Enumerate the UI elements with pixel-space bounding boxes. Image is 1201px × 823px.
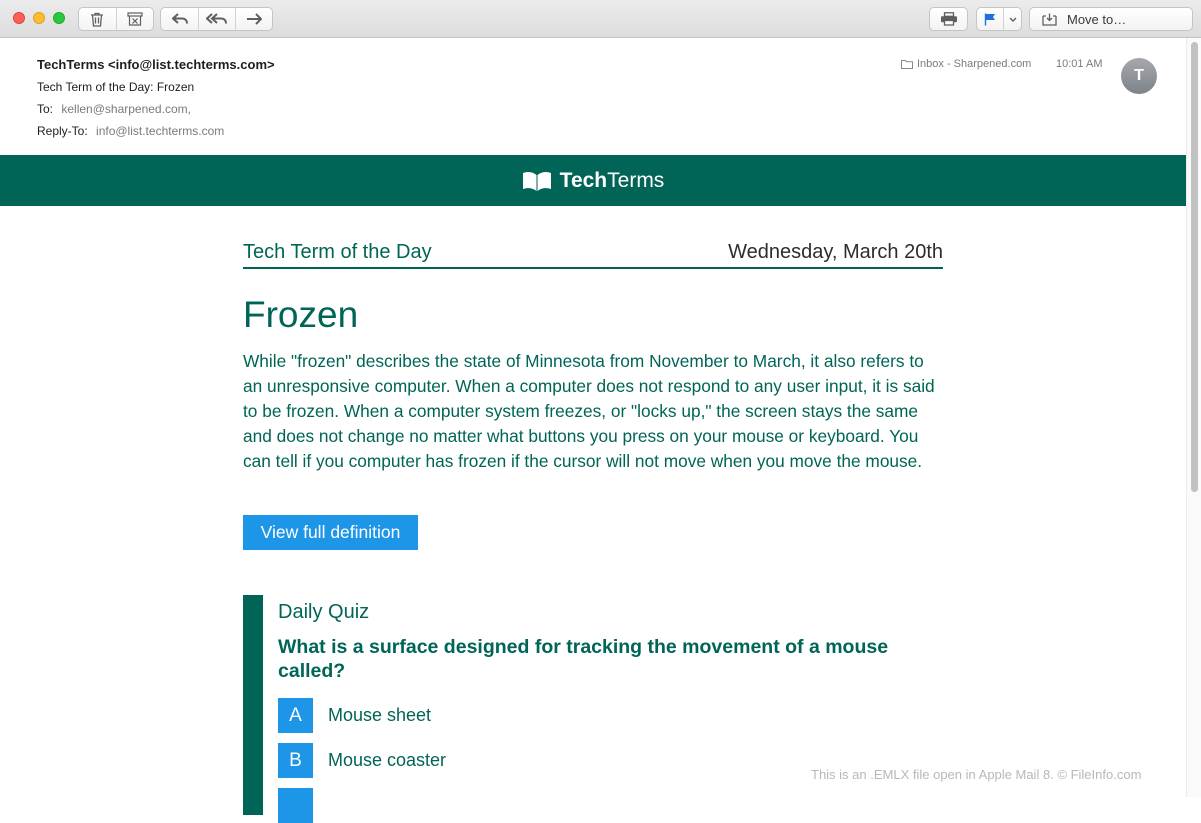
move-to-label: Move to…: [1067, 11, 1127, 27]
to-row: To: kellen@sharpened.com,: [37, 102, 191, 116]
chevron-down-icon: [1009, 17, 1017, 22]
vertical-scrollbar[interactable]: [1186, 38, 1201, 797]
folder-icon: [901, 60, 913, 69]
brand-rest: Terms: [607, 168, 665, 192]
minimize-window-button[interactable]: [33, 12, 45, 24]
avatar: T: [1121, 58, 1157, 94]
reply-button[interactable]: [161, 8, 198, 30]
printer-icon: [940, 12, 957, 26]
answer-text: Mouse sheet: [328, 705, 432, 725]
brand-bold: Tech: [559, 168, 608, 192]
brand-banner: TechTerms: [0, 155, 1186, 206]
reply-all-button[interactable]: [198, 8, 234, 30]
open-book-icon: [522, 171, 551, 191]
junk-button[interactable]: [115, 8, 153, 30]
close-window-button[interactable]: [13, 12, 25, 24]
view-full-definition-button[interactable]: View full definition: [243, 515, 418, 550]
quiz-title: Daily Quiz: [278, 601, 370, 623]
move-to-button[interactable]: Move to…: [1029, 7, 1193, 31]
subject: Tech Term of the Day: Frozen: [37, 80, 195, 94]
reply-icon: [171, 13, 188, 24]
forward-button[interactable]: [234, 8, 272, 30]
move-to-icon: [1042, 13, 1057, 26]
forward-icon: [246, 13, 262, 25]
flag-icon: [984, 13, 996, 25]
answer-letter: B: [278, 743, 313, 778]
junk-icon: [127, 12, 143, 26]
zoom-window-button[interactable]: [53, 12, 65, 24]
section-label: Tech Term of the Day: [243, 241, 432, 263]
flag-button[interactable]: [977, 8, 1003, 30]
brand-logo-text[interactable]: TechTerms: [560, 169, 665, 193]
reply-to-address[interactable]: info@list.techterms.com: [96, 124, 224, 138]
answer-text: Mouse coaster: [328, 750, 447, 770]
reply-to-row: Reply-To: info@list.techterms.com: [37, 124, 224, 138]
trash-icon: [91, 12, 104, 27]
answer-option-c-partial[interactable]: [278, 788, 313, 823]
message-time: 10:01 AM: [1056, 58, 1103, 70]
term-of-day-header: Tech Term of the Day Wednesday, March 20…: [243, 239, 943, 269]
print-button[interactable]: [930, 8, 967, 30]
print-group: [929, 7, 968, 31]
reply-group: [160, 7, 273, 31]
mailbox-name: Inbox - Sharpened.com: [917, 58, 1032, 70]
answer-option-a[interactable]: A Mouse sheet: [278, 698, 431, 733]
reply-all-icon: [205, 13, 227, 24]
delete-button[interactable]: [79, 8, 116, 30]
mailbox-label[interactable]: Inbox - Sharpened.com: [901, 58, 1031, 70]
quiz-accent-bar: [243, 595, 263, 815]
sender: TechTerms <info@list.techterms.com>: [37, 57, 275, 72]
answer-letter: [278, 788, 313, 823]
to-label: To:: [37, 102, 54, 116]
delete-junk-group: [78, 7, 154, 31]
toolbar: Move to…: [0, 0, 1201, 38]
daily-quiz: Daily Quiz What is a surface designed fo…: [243, 595, 943, 823]
term-title: Frozen: [243, 294, 359, 335]
message-header: TechTerms <info@list.techterms.com> Tech…: [0, 38, 1201, 155]
issue-date: Wednesday, March 20th: [728, 241, 943, 263]
scroll-thumb[interactable]: [1191, 42, 1198, 492]
term-definition: While "frozen" describes the state of Mi…: [243, 351, 935, 471]
flag-group: [976, 7, 1022, 31]
to-address[interactable]: kellen@sharpened.com,: [61, 102, 191, 116]
answer-option-b[interactable]: B Mouse coaster: [278, 743, 446, 778]
flag-menu-button[interactable]: [1003, 8, 1021, 30]
quiz-question: What is a surface designed for tracking …: [278, 636, 889, 682]
watermark-caption: This is an .EMLX file open in Apple Mail…: [811, 767, 1142, 782]
answer-letter: A: [278, 698, 313, 733]
reply-to-label: Reply-To:: [37, 124, 88, 138]
